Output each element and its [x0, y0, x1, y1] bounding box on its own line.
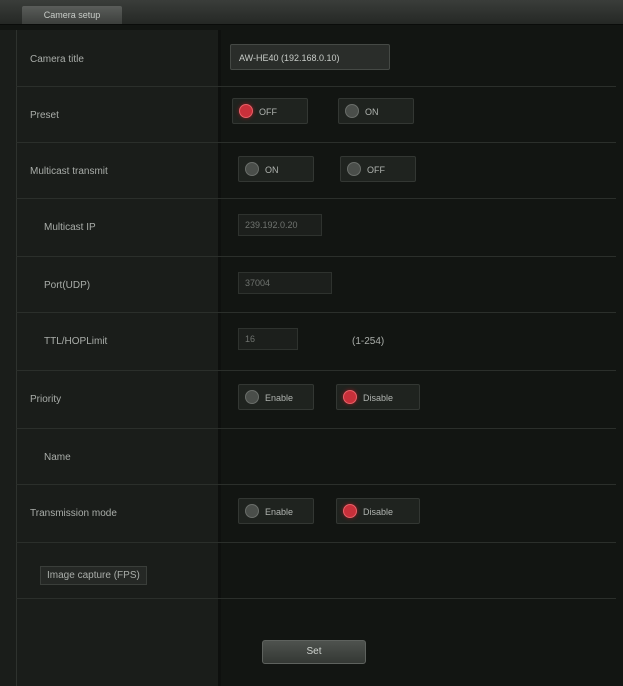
radio-unselected-icon [347, 162, 361, 176]
ttl-range-text: (1-254) [352, 336, 385, 347]
row-divider [16, 256, 616, 257]
multicast-ip-input[interactable]: 239.192.0.20 [238, 214, 322, 236]
row-divider [16, 312, 616, 313]
camera-title-field[interactable]: AW-HE40 (192.168.0.10) [230, 44, 390, 70]
ttl-input[interactable]: 16 [238, 328, 298, 350]
multicast-ip-label: Multicast IP [44, 222, 96, 233]
radio-label: ON [365, 107, 379, 117]
radio-label: Enable [265, 507, 294, 517]
name-label: Name [44, 452, 71, 463]
priority-disable-radio[interactable]: Disable [336, 384, 420, 410]
set-button[interactable]: Set [262, 640, 366, 664]
transmission-disable-radio[interactable]: Disable [336, 498, 420, 524]
row-divider [16, 484, 616, 485]
priority-label: Priority [30, 394, 62, 405]
radio-label: Enable [265, 393, 294, 403]
settings-tab[interactable]: Camera setup [22, 6, 122, 24]
preset-on-radio[interactable]: ON [338, 98, 414, 124]
multicast-label: Multicast transmit [30, 166, 108, 177]
ttl-label: TTL/HOPLimit [44, 336, 108, 347]
form-frame [16, 30, 617, 686]
radio-selected-icon [239, 104, 253, 118]
radio-label: Disable [363, 507, 394, 517]
radio-unselected-icon [345, 104, 359, 118]
row-divider [16, 542, 616, 543]
priority-enable-radio[interactable]: Enable [238, 384, 314, 410]
radio-unselected-icon [245, 390, 259, 404]
row-divider [16, 142, 616, 143]
radio-label: ON [265, 165, 279, 175]
transmission-label: Transmission mode [30, 508, 117, 519]
radio-label: OFF [367, 165, 385, 175]
radio-label: OFF [259, 107, 277, 117]
radio-unselected-icon [245, 162, 259, 176]
image-capture-label: Image capture (FPS) [40, 566, 147, 585]
multicast-on-radio[interactable]: ON [238, 156, 314, 182]
transmission-enable-radio[interactable]: Enable [238, 498, 314, 524]
preset-off-radio[interactable]: OFF [232, 98, 308, 124]
title-bar: Camera setup [0, 0, 623, 25]
radio-unselected-icon [245, 504, 259, 518]
row-divider [16, 370, 616, 371]
row-divider [16, 428, 616, 429]
row-divider [16, 198, 616, 199]
port-label: Port(UDP) [44, 280, 91, 291]
row-divider [16, 86, 616, 87]
row-divider [16, 598, 616, 599]
camera-title-label: Camera title [30, 54, 84, 65]
radio-selected-icon [343, 504, 357, 518]
radio-selected-icon [343, 390, 357, 404]
radio-label: Disable [363, 393, 394, 403]
multicast-off-radio[interactable]: OFF [340, 156, 416, 182]
preset-label: Preset [30, 110, 59, 121]
port-input[interactable]: 37004 [238, 272, 332, 294]
